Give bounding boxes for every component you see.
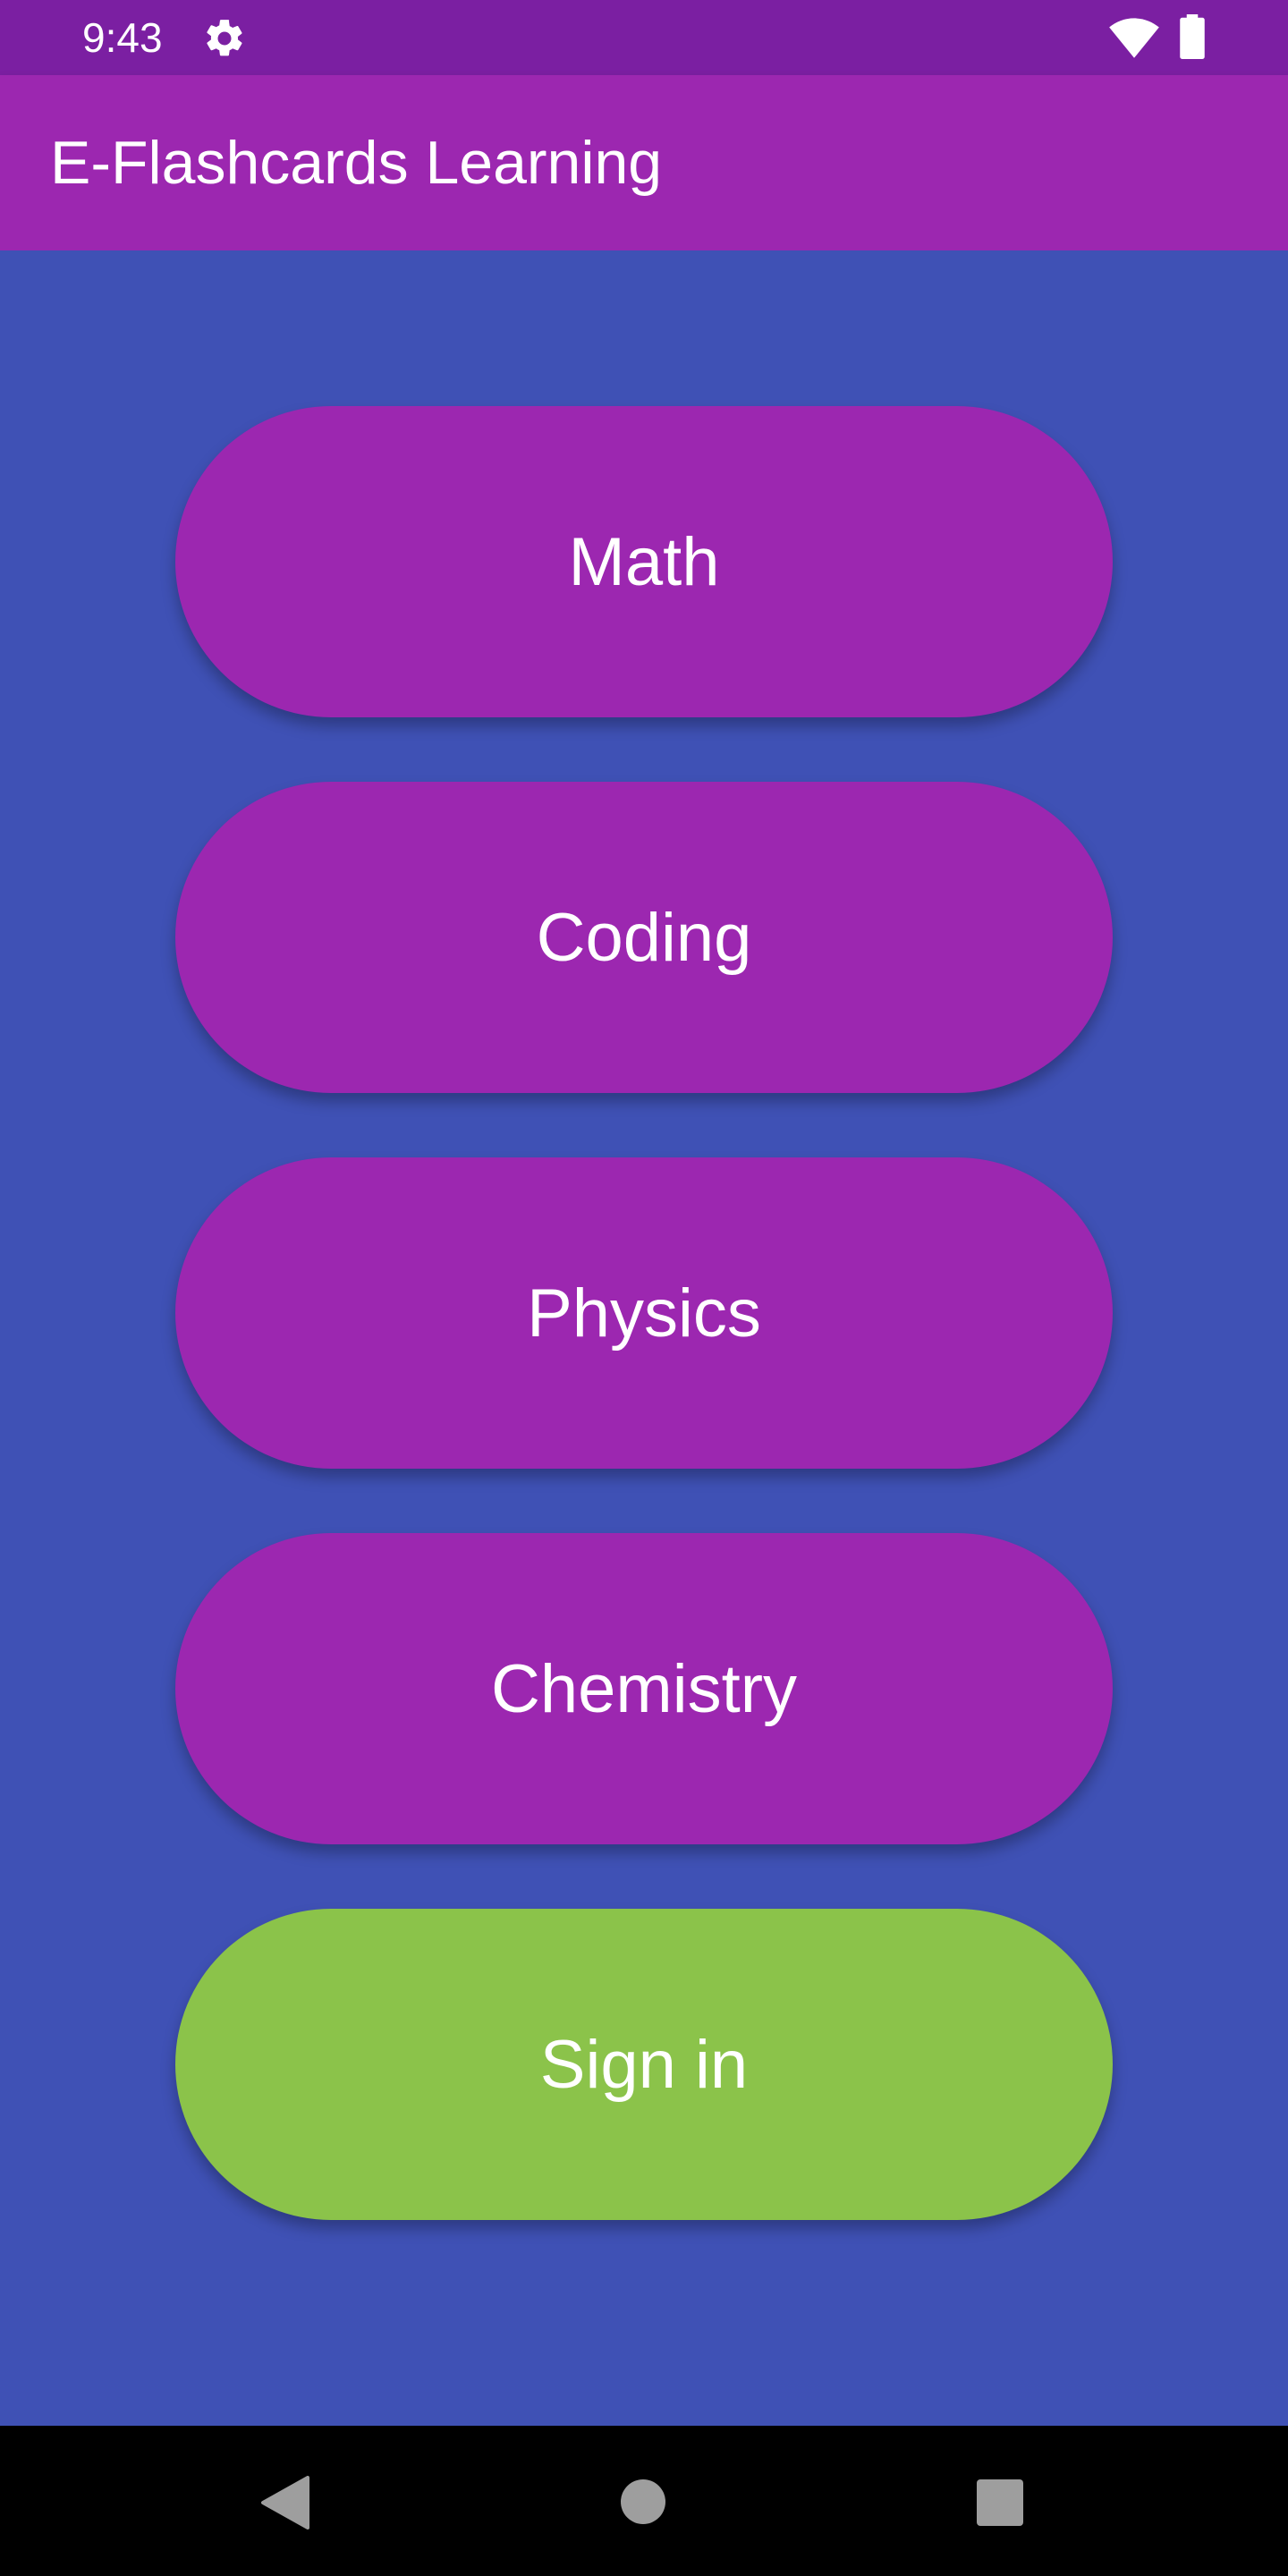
back-icon[interactable] — [259, 2476, 309, 2529]
main-content: Math Coding Physics Chemistry Sign in — [0, 250, 1288, 2426]
math-button[interactable]: Math — [175, 406, 1113, 717]
app-bar: E-Flashcards Learning — [0, 75, 1288, 250]
chemistry-button[interactable]: Chemistry — [175, 1533, 1113, 1844]
physics-button[interactable]: Physics — [175, 1157, 1113, 1469]
status-time: 9:43 — [82, 14, 163, 61]
sign-in-button[interactable]: Sign in — [175, 1909, 1113, 2220]
status-bar: 9:43 — [0, 0, 1288, 75]
home-icon[interactable] — [621, 2479, 665, 2524]
navigation-bar — [0, 2426, 1288, 2576]
coding-button[interactable]: Coding — [175, 782, 1113, 1093]
battery-icon — [1180, 14, 1205, 59]
app-title: E-Flashcards Learning — [50, 129, 663, 197]
recents-icon[interactable] — [977, 2479, 1023, 2526]
wifi-icon — [1109, 18, 1159, 58]
settings-gear-icon — [207, 20, 242, 56]
